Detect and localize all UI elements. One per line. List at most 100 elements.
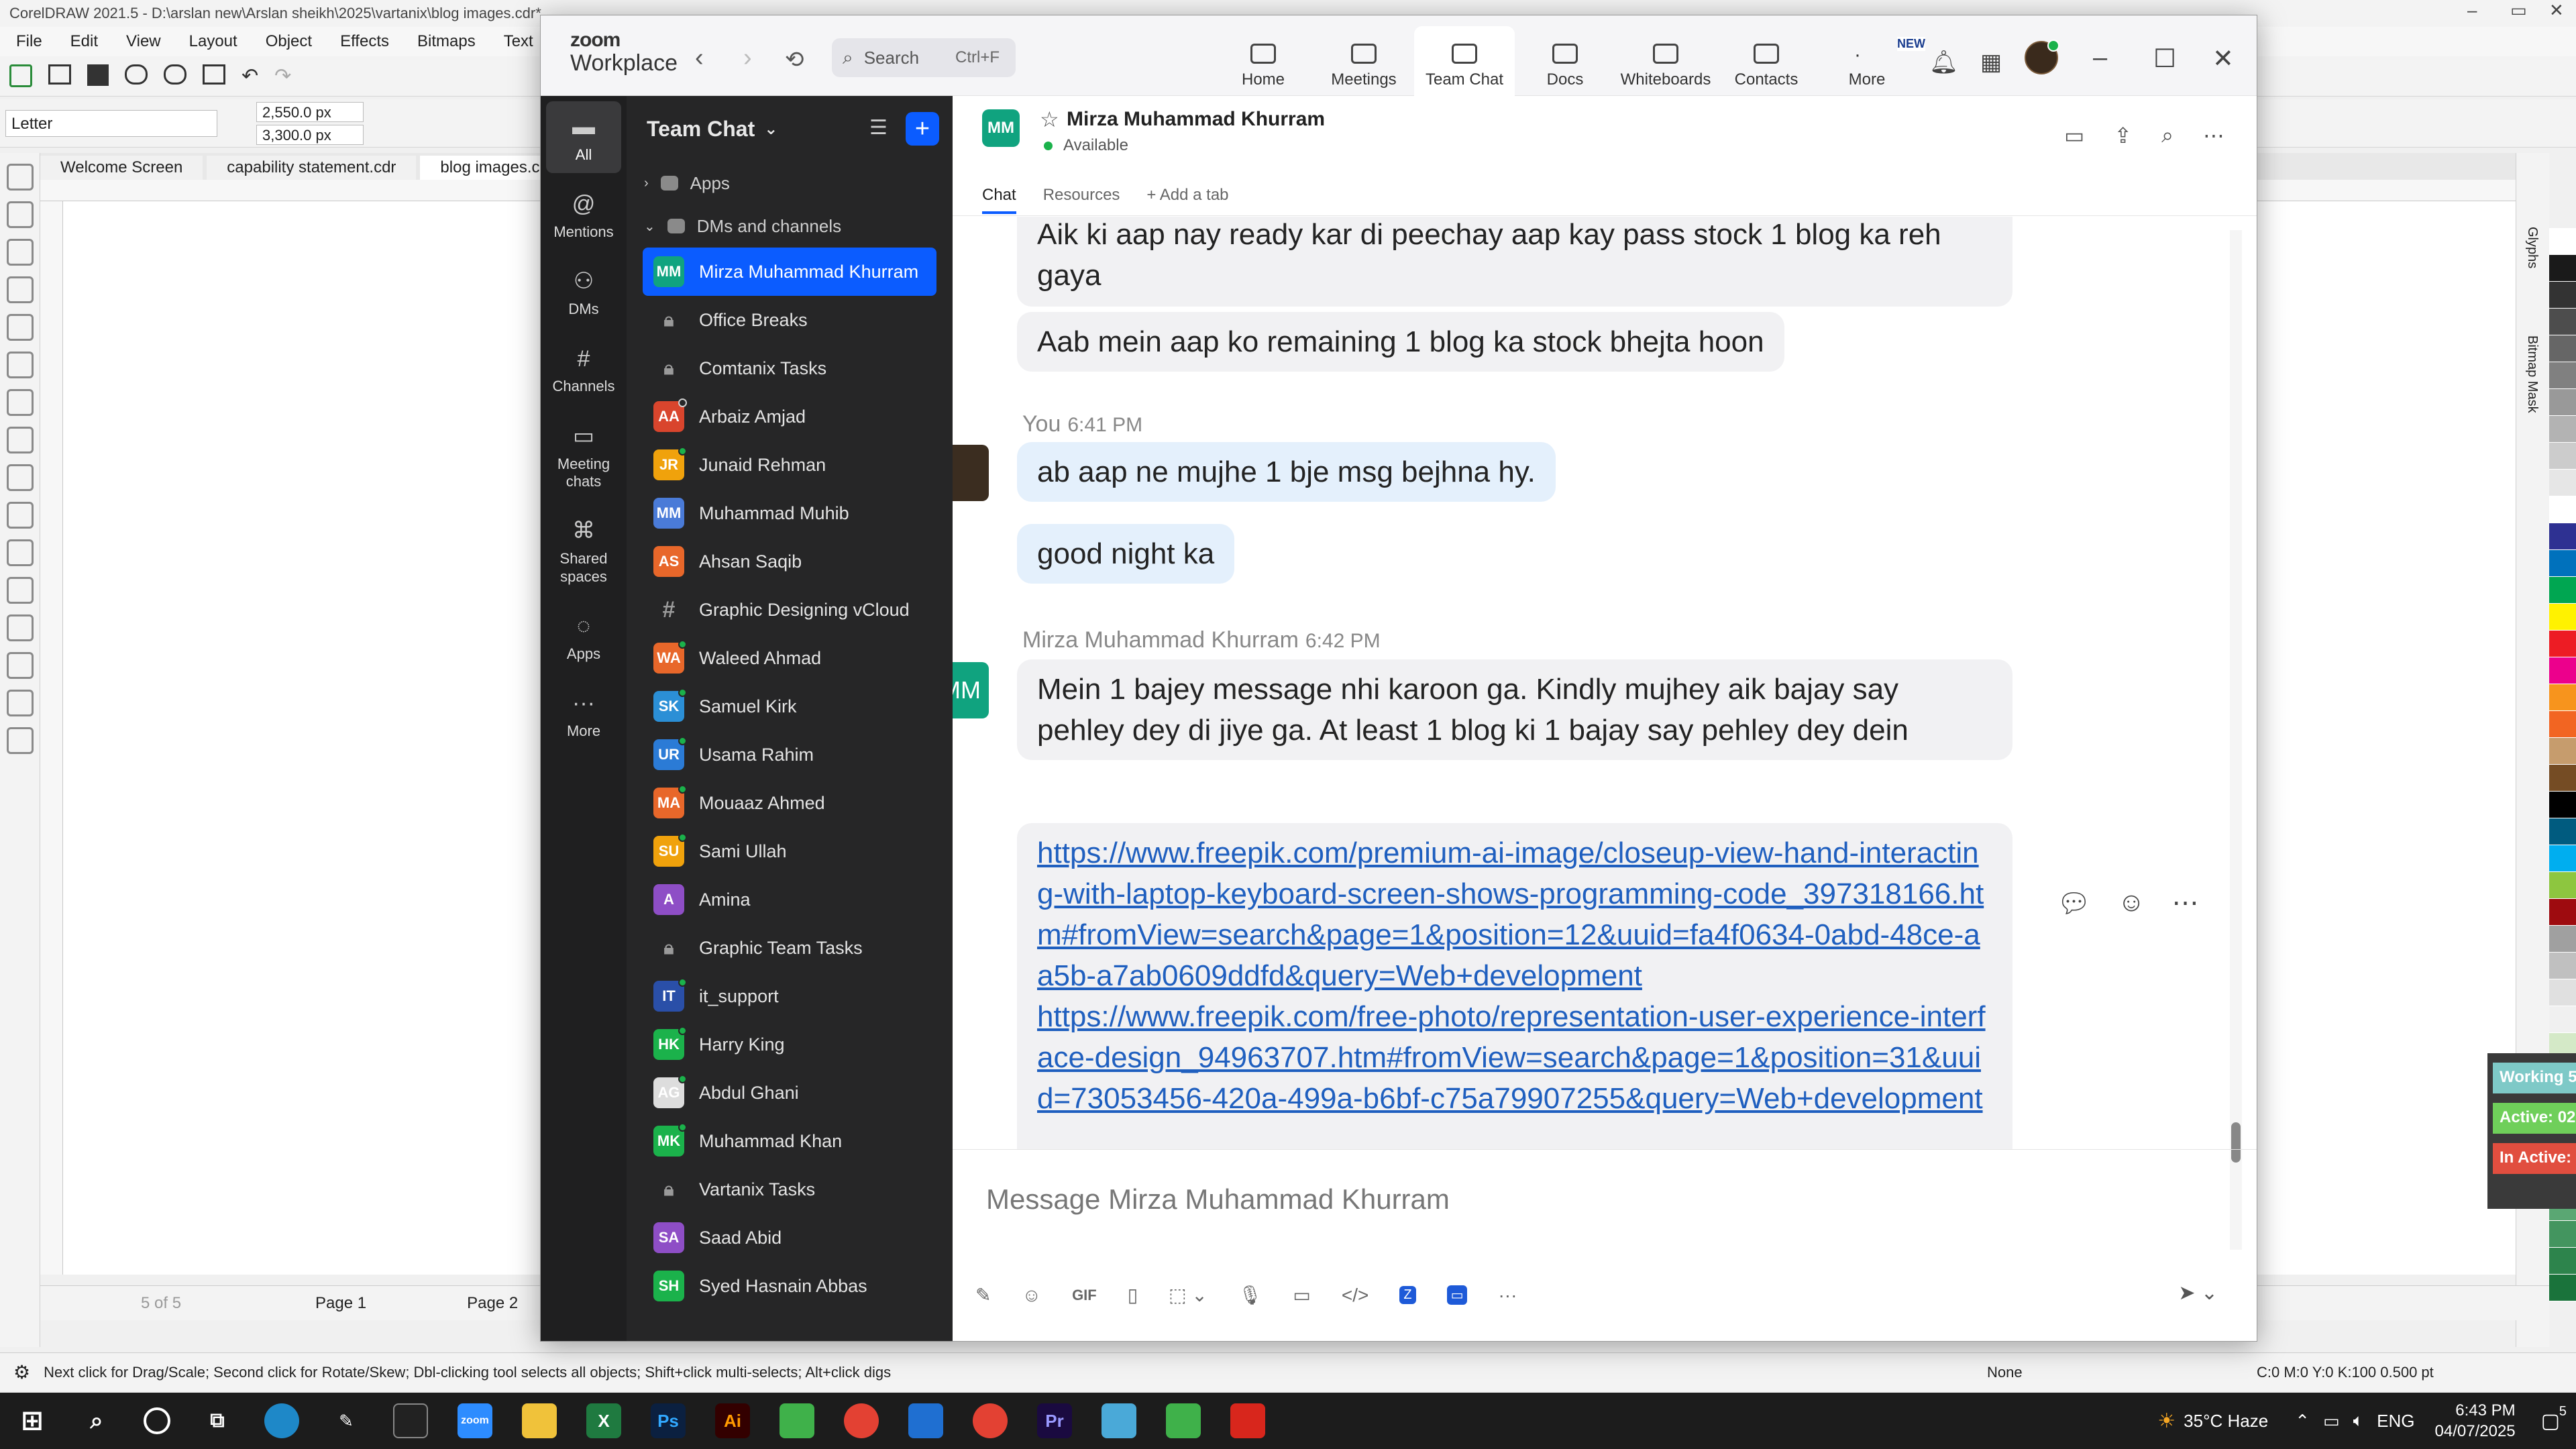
menu-file[interactable]: File: [16, 32, 42, 51]
photoshop-icon[interactable]: Ps: [651, 1403, 686, 1438]
tab-capability-statement[interactable]: capability statement.cdr: [207, 156, 417, 180]
palette-swatch[interactable]: [2549, 818, 2576, 845]
contact-item[interactable]: SK Samuel Kirk: [643, 682, 936, 731]
undo-icon[interactable]: ↶: [241, 64, 258, 88]
palette-swatch[interactable]: [2549, 711, 2576, 738]
message-bubble[interactable]: good night ka: [1017, 524, 1235, 584]
excel-icon[interactable]: X: [586, 1403, 621, 1438]
palette-swatch[interactable]: [2549, 443, 2576, 470]
close-icon[interactable]: ✕: [2549, 0, 2564, 21]
rail-meeting-chats[interactable]: ▭ Meeting chats: [546, 411, 621, 500]
transparency-icon[interactable]: [7, 652, 34, 679]
palette-swatch[interactable]: [2549, 953, 2576, 979]
illustrator-icon[interactable]: Ai: [715, 1403, 750, 1438]
palette-swatch[interactable]: [2549, 496, 2576, 523]
page-width-input[interactable]: 2,550.0 px: [256, 102, 364, 122]
menu-edit[interactable]: Edit: [70, 32, 98, 51]
tab-welcome-screen[interactable]: Welcome Screen: [40, 156, 203, 180]
eyedropper-icon[interactable]: [7, 690, 34, 716]
contact-item[interactable]: MM Mirza Muhammad Khurram: [643, 248, 936, 296]
contact-item[interactable]: JR Junaid Rehman: [643, 441, 936, 489]
app-integration-icon[interactable]: Z: [1399, 1286, 1416, 1304]
contact-name[interactable]: Mirza Muhammad Khurram: [1067, 108, 1325, 131]
search-icon[interactable]: ⌕: [2161, 123, 2174, 148]
nav-home[interactable]: Home: [1213, 26, 1313, 96]
save-icon[interactable]: [87, 64, 109, 86]
palette-swatch[interactable]: [2549, 872, 2576, 899]
windows-start-icon[interactable]: ⊞: [15, 1403, 50, 1438]
corel-green-icon[interactable]: [1166, 1403, 1201, 1438]
message-bubble[interactable]: Aab mein aap ko remaining 1 blog ka stoc…: [1017, 312, 1784, 372]
history-icon[interactable]: ⟲: [785, 46, 804, 73]
contact-item[interactable]: SU Sami Ullah: [643, 827, 936, 875]
cloud-download-icon[interactable]: [164, 64, 186, 85]
you-avatar[interactable]: [953, 445, 989, 501]
app-icon[interactable]: [1102, 1403, 1136, 1438]
contact-item[interactable]: # Graphic Designing vCloud: [643, 586, 936, 634]
menu-text[interactable]: Text: [504, 32, 533, 51]
contact-item[interactable]: WA Waleed Ahmad: [643, 634, 936, 682]
microphone-icon[interactable]: 🎙︎: [1238, 1284, 1263, 1306]
connector-tool-icon[interactable]: [7, 577, 34, 604]
format-icon[interactable]: ✎: [975, 1284, 991, 1306]
shape-tool-icon[interactable]: [7, 201, 34, 228]
screenshot-icon[interactable]: ⬚ ⌄: [1169, 1284, 1208, 1306]
minimize-icon[interactable]: –: [2093, 44, 2107, 72]
language-indicator[interactable]: ENG: [2377, 1411, 2414, 1432]
rail-dms[interactable]: ⚇ DMs: [546, 256, 621, 327]
file-explorer-icon[interactable]: [522, 1403, 557, 1438]
forward-arrow-icon[interactable]: ›: [743, 44, 752, 72]
menu-view[interactable]: View: [126, 32, 161, 51]
code-icon[interactable]: </>: [1342, 1285, 1368, 1306]
print-icon[interactable]: [203, 64, 225, 85]
contact-avatar[interactable]: MM: [982, 109, 1020, 147]
file-icon[interactable]: ▯: [1128, 1284, 1138, 1306]
palette-swatch[interactable]: [2549, 416, 2576, 443]
app-integration-2-icon[interactable]: ▭: [1446, 1285, 1468, 1305]
fill-tool-icon[interactable]: [7, 727, 34, 754]
palette-swatch[interactable]: [2549, 765, 2576, 792]
contact-item[interactable]: AA Arbaiz Amjad: [643, 392, 936, 441]
menu-effects[interactable]: Effects: [340, 32, 389, 51]
nav-team-chat[interactable]: Team Chat: [1414, 26, 1515, 96]
add-reaction-icon[interactable]: ☺: [2118, 888, 2145, 919]
more-dots-icon[interactable]: ···: [1498, 1285, 1517, 1306]
palette-swatch[interactable]: [2549, 604, 2576, 631]
menu-bitmaps[interactable]: Bitmaps: [417, 32, 476, 51]
minimize-icon[interactable]: –: [2467, 0, 2477, 21]
profile-avatar[interactable]: [2025, 40, 2059, 74]
palette-swatch[interactable]: [2549, 657, 2576, 684]
freehand-tool-icon[interactable]: [7, 314, 34, 341]
message-input[interactable]: Message Mirza Muhammad Khurram: [986, 1183, 1450, 1216]
contact-item[interactable]: A Amina: [643, 875, 936, 924]
contact-item[interactable]: 🔒︎ Graphic Team Tasks: [643, 924, 936, 972]
edge-icon[interactable]: [264, 1403, 299, 1438]
star-icon[interactable]: ☆: [1040, 107, 1059, 132]
palette-swatch[interactable]: [2549, 899, 2576, 926]
palette-swatch[interactable]: [2549, 577, 2576, 604]
redo-icon[interactable]: ↷: [274, 64, 291, 88]
palette-swatch[interactable]: [2549, 282, 2576, 309]
chrome-profile-icon[interactable]: [973, 1403, 1008, 1438]
contact-item[interactable]: HK Harry King: [643, 1020, 936, 1069]
palette-swatch[interactable]: [2549, 926, 2576, 953]
freepik-link-2[interactable]: https://www.freepik.com/free-photo/repre…: [1037, 1000, 1986, 1115]
nav-contacts[interactable]: Contacts: [1716, 26, 1817, 96]
rail-channels[interactable]: # Channels: [546, 333, 621, 405]
palette-swatch[interactable]: [2549, 1221, 2576, 1248]
palette-swatch[interactable]: [2549, 309, 2576, 335]
calendar-icon[interactable]: ▦: [1980, 49, 2002, 76]
new-document-icon[interactable]: [9, 64, 32, 87]
emoji-icon[interactable]: ☺: [1022, 1285, 1041, 1306]
palette-swatch[interactable]: [2549, 389, 2576, 416]
pen-icon[interactable]: ✎: [329, 1403, 364, 1438]
contact-item[interactable]: AG Abdul Ghani: [643, 1069, 936, 1117]
video-call-icon[interactable]: ▭: [2064, 123, 2084, 148]
contact-item[interactable]: SA Saad Abid: [643, 1214, 936, 1262]
palette-swatch[interactable]: [2549, 1275, 2576, 1301]
menu-object[interactable]: Object: [266, 32, 312, 51]
docker-label-bitmap-mask[interactable]: Bitmap Mask: [2524, 335, 2540, 413]
weather-icon[interactable]: ☀: [2157, 1409, 2176, 1433]
page-size-select[interactable]: Letter: [5, 110, 217, 137]
rail-all[interactable]: ▬ All: [546, 101, 621, 174]
